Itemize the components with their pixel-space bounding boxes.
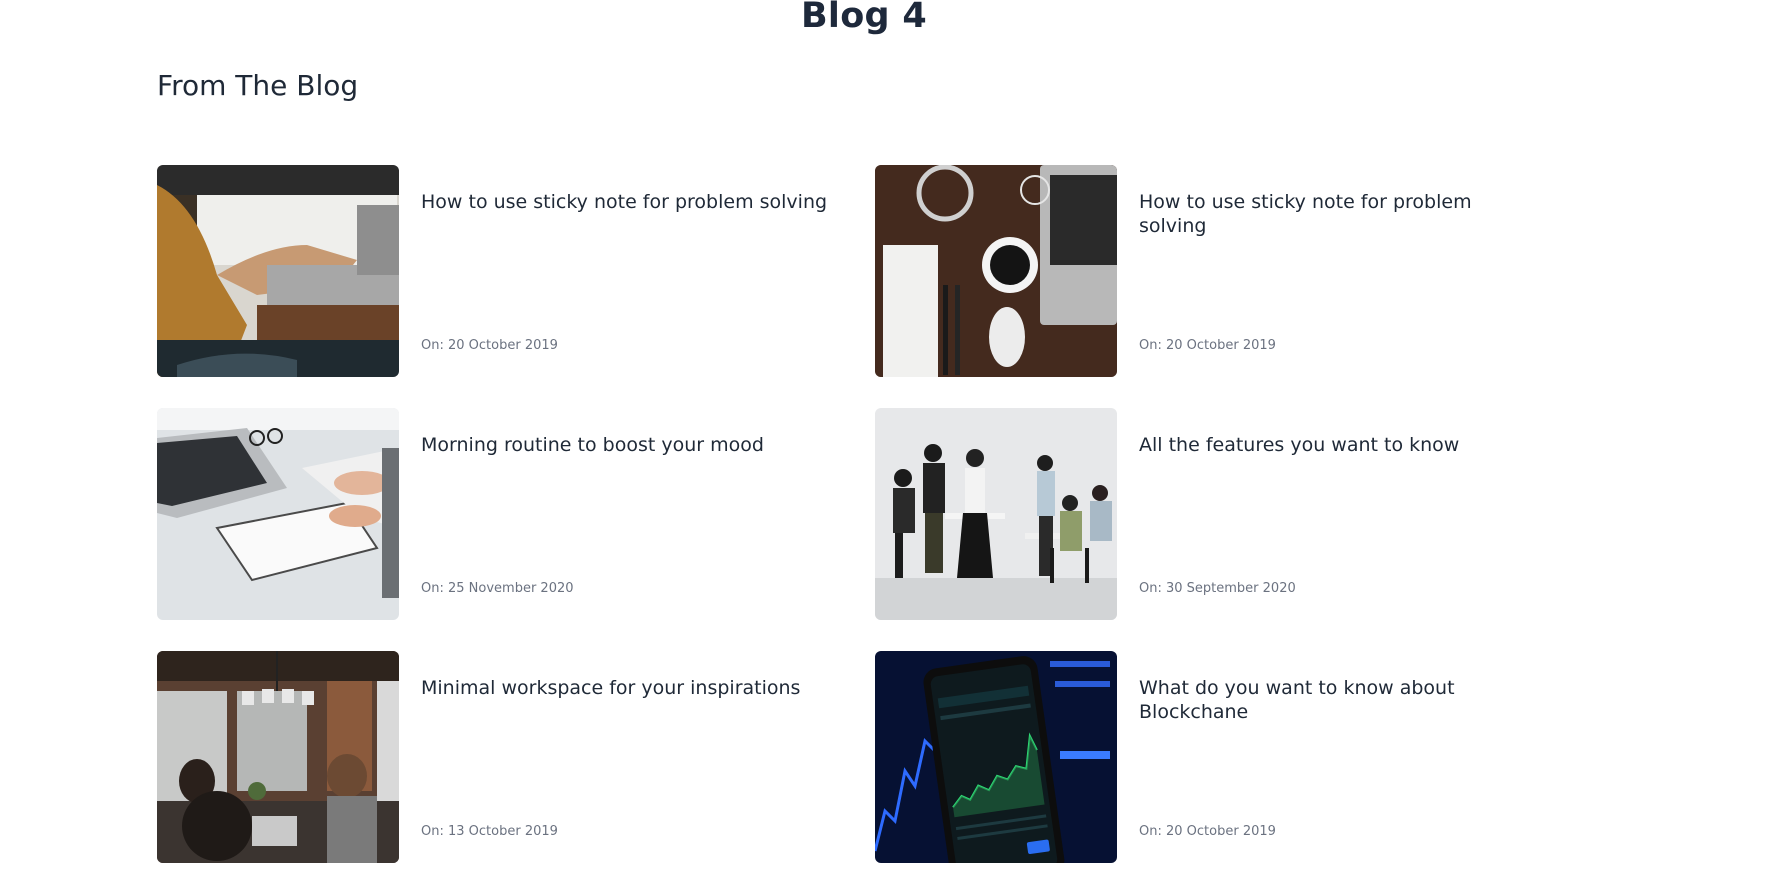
notebook-desk-photo[interactable] xyxy=(157,408,399,620)
blog-post-title[interactable]: Morning routine to boost your mood xyxy=(421,433,764,457)
blog-post-date: On: 20 October 2019 xyxy=(1139,338,1276,353)
desk-coffee-photo[interactable] xyxy=(875,165,1117,377)
phone-chart-photo[interactable] xyxy=(875,651,1117,863)
section-title: From The Blog xyxy=(157,69,359,102)
blog-post-body: Morning routine to boost your mood On: 2… xyxy=(421,408,764,620)
blog-post-body: Minimal workspace for your inspirations … xyxy=(421,651,800,863)
blog-post-card[interactable]: Morning routine to boost your mood On: 2… xyxy=(157,408,875,620)
blog-post-body: How to use sticky note for problem solvi… xyxy=(421,165,827,377)
blog-post-title[interactable]: How to use sticky note for problem solvi… xyxy=(421,190,827,214)
blog-post-title[interactable]: Minimal workspace for your inspirations xyxy=(421,676,800,700)
blog-post-card[interactable]: Minimal workspace for your inspirations … xyxy=(157,651,875,863)
blog-post-date: On: 30 September 2020 xyxy=(1139,581,1296,596)
blog-post-title[interactable]: All the features you want to know xyxy=(1139,433,1459,457)
blog-post-date: On: 13 October 2019 xyxy=(421,824,558,839)
blog-post-date: On: 25 November 2020 xyxy=(421,581,574,596)
blog-post-body: How to use sticky note for problem solvi… xyxy=(1139,165,1475,377)
team-meeting-photo[interactable] xyxy=(875,408,1117,620)
page-title: Blog 4 xyxy=(800,0,928,36)
blog-post-title[interactable]: How to use sticky note for problem solvi… xyxy=(1139,190,1475,238)
blog-post-body: What do you want to know about Blockchan… xyxy=(1139,651,1475,863)
blog-post-date: On: 20 October 2019 xyxy=(421,338,558,353)
blog-post-title[interactable]: What do you want to know about Blockchan… xyxy=(1139,676,1475,724)
blog-post-card[interactable]: All the features you want to know On: 30… xyxy=(875,408,1475,620)
blog-post-card[interactable]: What do you want to know about Blockchan… xyxy=(875,651,1475,863)
blog-post-body: All the features you want to know On: 30… xyxy=(1139,408,1459,620)
blog-post-date: On: 20 October 2019 xyxy=(1139,824,1276,839)
blog-post-card[interactable]: How to use sticky note for problem solvi… xyxy=(157,165,875,377)
blog-post-grid: How to use sticky note for problem solvi… xyxy=(157,165,1577,863)
laptop-typing-photo[interactable] xyxy=(157,165,399,377)
cafe-workspace-photo[interactable] xyxy=(157,651,399,863)
blog-post-card[interactable]: How to use sticky note for problem solvi… xyxy=(875,165,1475,377)
